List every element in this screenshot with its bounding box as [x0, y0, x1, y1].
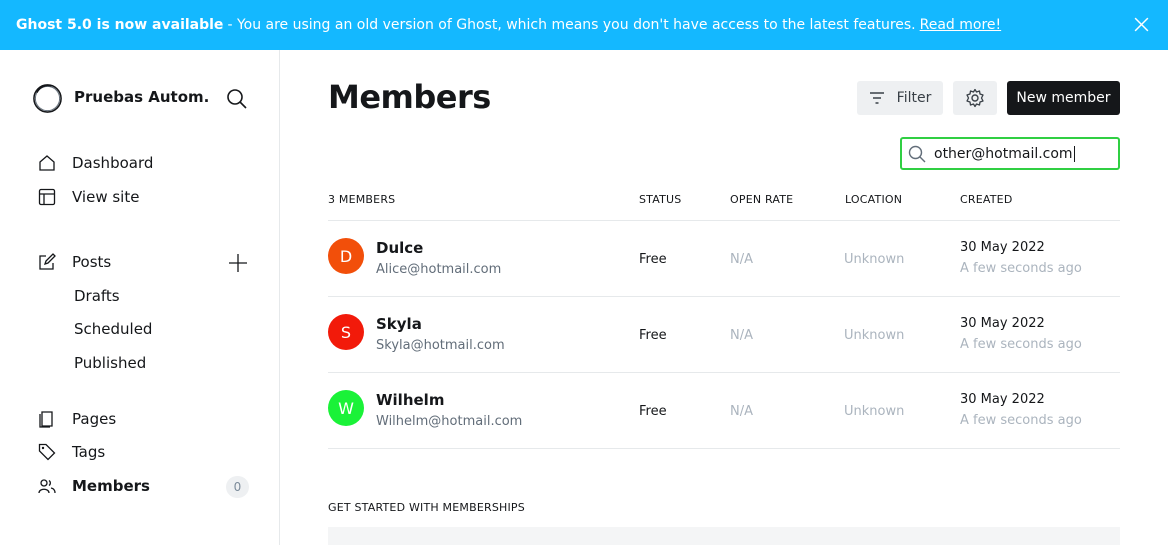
- nav-members[interactable]: Members: [38, 474, 150, 498]
- search-input-value: other@hotmail.com: [934, 145, 1075, 162]
- location-header[interactable]: LOCATION: [845, 193, 902, 206]
- edit-icon: [39, 253, 56, 270]
- member-status: Free: [639, 252, 667, 267]
- search-icon[interactable]: [226, 88, 248, 110]
- layout-icon: [38, 188, 56, 206]
- members-count-badge: 0: [226, 476, 249, 498]
- nav-pages-label: Pages: [72, 410, 117, 428]
- nav-drafts[interactable]: Drafts: [74, 287, 120, 305]
- member-created-ago: A few seconds ago: [960, 337, 1082, 352]
- get-started-panel: [328, 527, 1120, 545]
- settings-button[interactable]: [953, 81, 997, 115]
- member-location: Unknown: [844, 252, 905, 267]
- nav-tags-label: Tags: [72, 443, 106, 461]
- new-member-button[interactable]: New member: [1007, 81, 1120, 115]
- search-icon: [908, 145, 926, 162]
- get-started-title: GET STARTED WITH MEMBERSHIPS: [328, 501, 525, 514]
- update-banner: Ghost 5.0 is now available - You are usi…: [0, 0, 1168, 50]
- table-row[interactable]: D Dulce Alice@hotmail.com Free N/A Unkno…: [328, 221, 1120, 297]
- member-location: Unknown: [844, 404, 905, 419]
- member-created-date: 30 May 2022: [960, 240, 1045, 255]
- nav-view-site[interactable]: View site: [38, 185, 139, 209]
- banner-message: - You are using an old version of Ghost,…: [227, 17, 916, 33]
- members-count-header: 3 MEMBERS: [328, 193, 396, 206]
- member-status: Free: [639, 404, 667, 419]
- member-name: Wilhelm: [376, 391, 445, 409]
- divider: [328, 448, 1120, 449]
- banner-title: Ghost 5.0 is now available: [16, 17, 224, 33]
- member-email: Alice@hotmail.com: [376, 262, 502, 277]
- nav-members-label: Members: [72, 477, 150, 495]
- member-email: Skyla@hotmail.com: [376, 338, 505, 353]
- member-created-date: 30 May 2022: [960, 316, 1045, 331]
- member-name: Dulce: [376, 239, 424, 257]
- member-search-input[interactable]: other@hotmail.com: [900, 137, 1120, 170]
- member-created-date: 30 May 2022: [960, 392, 1045, 407]
- nav-view-site-label: View site: [72, 188, 140, 206]
- table-row[interactable]: W Wilhelm Wilhelm@hotmail.com Free N/A U…: [328, 373, 1120, 449]
- banner-read-more-link[interactable]: Read more!: [920, 17, 1002, 33]
- filter-icon: [869, 92, 884, 104]
- filter-button[interactable]: Filter: [857, 81, 943, 115]
- created-header[interactable]: CREATED: [960, 193, 1013, 206]
- member-email: Wilhelm@hotmail.com: [376, 414, 523, 429]
- nav-tags[interactable]: Tags: [38, 440, 105, 464]
- member-open-rate: N/A: [730, 404, 753, 419]
- gear-icon: [966, 88, 984, 108]
- add-post-icon[interactable]: [228, 253, 248, 273]
- nav-dashboard[interactable]: Dashboard: [38, 151, 153, 175]
- site-title[interactable]: Pruebas Autom...: [74, 88, 209, 106]
- nav-posts-label: Posts: [72, 253, 112, 271]
- avatar: D: [328, 238, 364, 274]
- member-name: Skyla: [376, 315, 422, 333]
- members-icon: [38, 479, 56, 494]
- member-location: Unknown: [844, 328, 905, 343]
- page-icon: [39, 411, 53, 428]
- avatar: S: [328, 314, 364, 350]
- member-created-ago: A few seconds ago: [960, 413, 1082, 428]
- member-created-ago: A few seconds ago: [960, 261, 1082, 276]
- nav-scheduled[interactable]: Scheduled: [74, 320, 152, 338]
- nav-pages[interactable]: Pages: [38, 407, 116, 431]
- status-header[interactable]: STATUS: [639, 193, 681, 206]
- table-row[interactable]: S Skyla Skyla@hotmail.com Free N/A Unkno…: [328, 297, 1120, 373]
- nav-published[interactable]: Published: [74, 354, 146, 372]
- close-icon[interactable]: [1133, 16, 1150, 33]
- tag-icon: [38, 443, 56, 461]
- member-status: Free: [639, 328, 667, 343]
- open-rate-header[interactable]: OPEN RATE: [730, 193, 793, 206]
- member-open-rate: N/A: [730, 252, 753, 267]
- home-icon: [39, 155, 55, 171]
- filter-button-label: Filter: [896, 90, 932, 106]
- avatar: W: [328, 390, 364, 426]
- nav-dashboard-label: Dashboard: [72, 154, 154, 172]
- sidebar: Pruebas Autom... Dashboard View site Pos…: [0, 50, 280, 545]
- page-title: Members: [328, 78, 491, 116]
- site-logo-icon[interactable]: [32, 83, 63, 114]
- nav-posts[interactable]: Posts: [38, 250, 111, 274]
- member-open-rate: N/A: [730, 328, 753, 343]
